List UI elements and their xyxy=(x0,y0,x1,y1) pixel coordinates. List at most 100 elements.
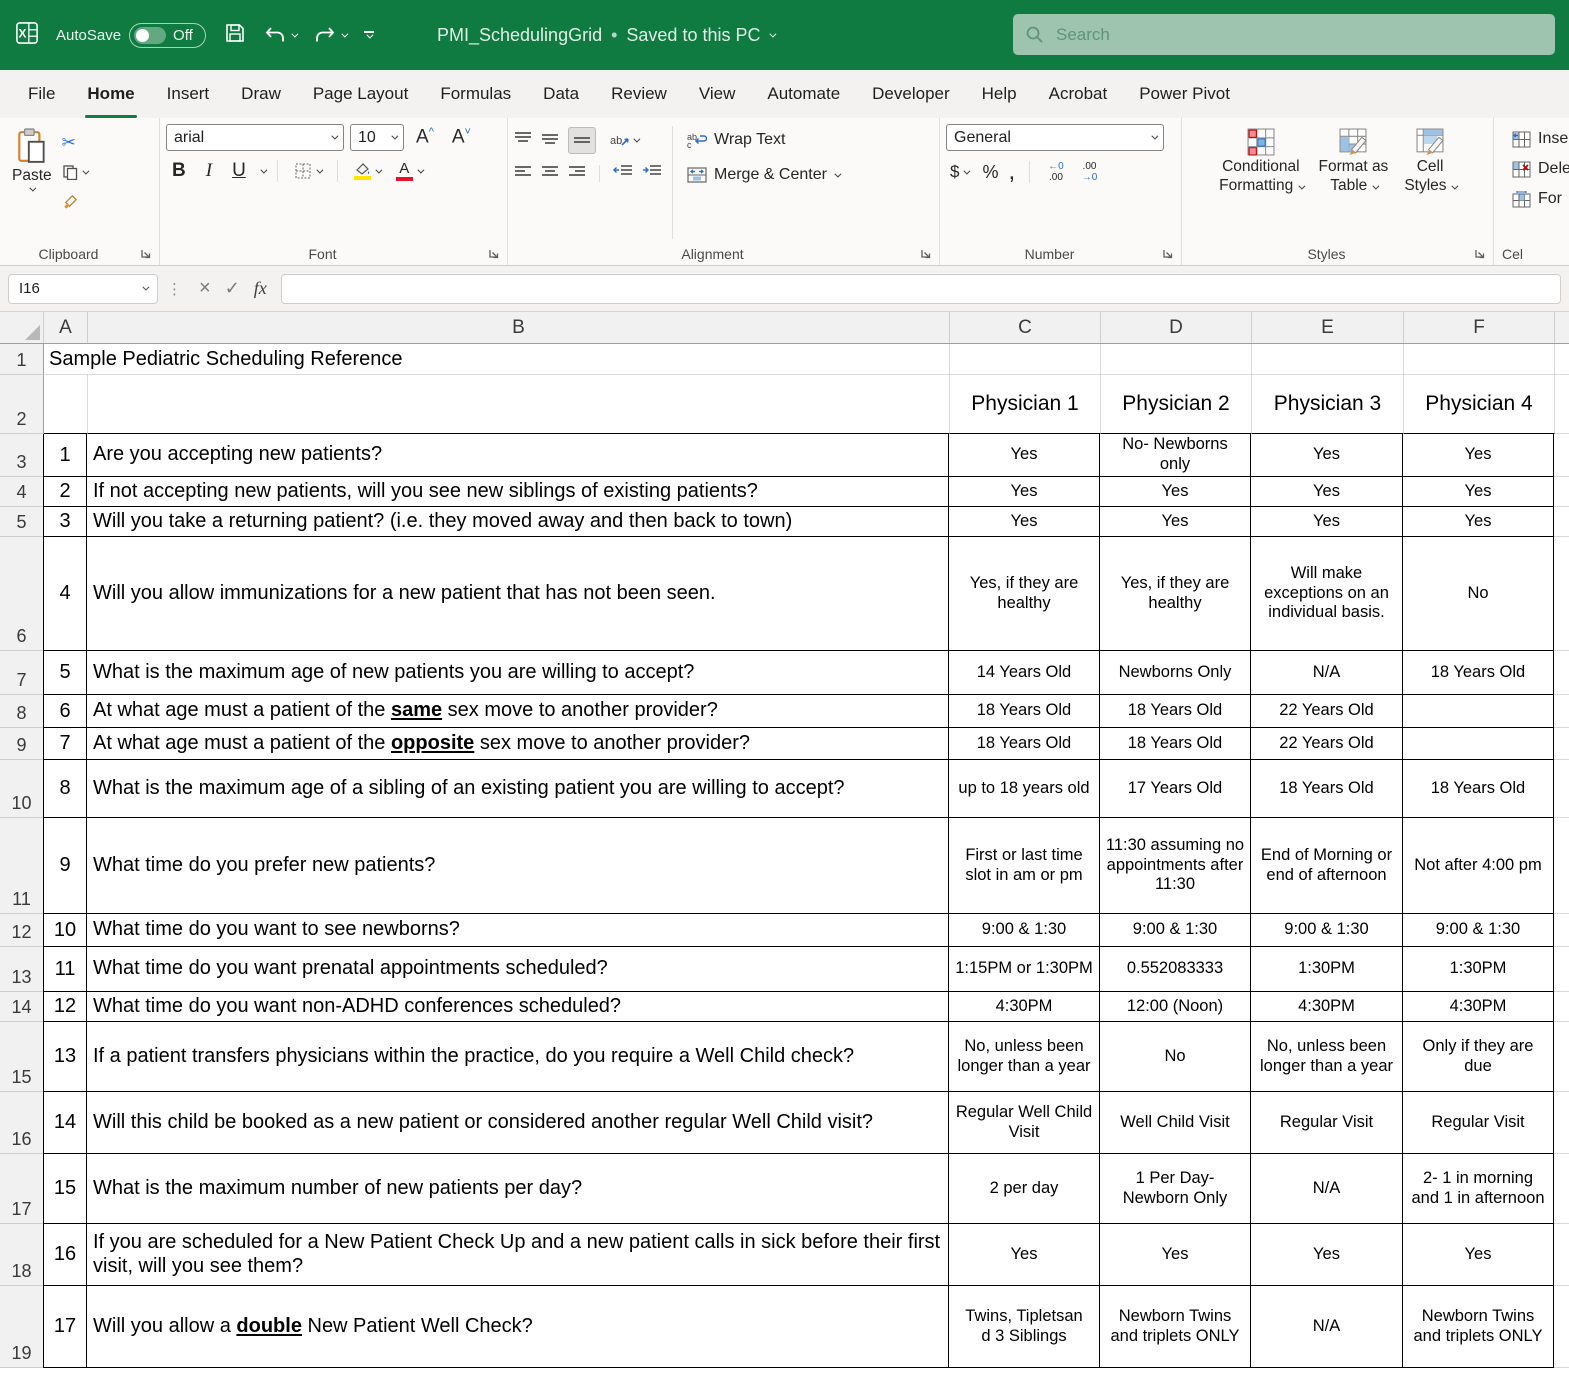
cell-F13[interactable]: 1:30PM xyxy=(1403,947,1554,992)
row-header-19[interactable]: 19 xyxy=(0,1286,44,1368)
row-header-4[interactable]: 4 xyxy=(0,477,44,507)
align-left-button[interactable] xyxy=(514,163,532,184)
cell-E18[interactable]: Yes xyxy=(1251,1224,1403,1286)
tab-formulas[interactable]: Formulas xyxy=(424,70,527,118)
cell-A6[interactable]: 4 xyxy=(43,537,87,651)
column-header-C[interactable]: C xyxy=(950,312,1101,343)
underline-button[interactable]: U xyxy=(226,160,252,182)
cell-E4[interactable]: Yes xyxy=(1251,477,1403,507)
document-title-area[interactable]: PMI_SchedulingGrid • Saved to this PC xyxy=(437,0,777,70)
cell-B16[interactable]: Will this child be booked as a new patie… xyxy=(87,1092,949,1154)
cell-C18[interactable]: Yes xyxy=(949,1224,1100,1286)
tab-home[interactable]: Home xyxy=(71,70,150,118)
cell-E8[interactable]: 22 Years Old xyxy=(1251,695,1403,728)
cell-E11[interactable]: End of Morning or end of afternoon xyxy=(1251,818,1403,914)
cell-A5[interactable]: 3 xyxy=(43,507,87,537)
cell-E3[interactable]: Yes xyxy=(1251,434,1403,477)
select-all-corner[interactable] xyxy=(0,312,44,343)
increase-decimal-button[interactable]: ←0.00 xyxy=(1044,160,1068,184)
insert-cells-button[interactable]: Inse xyxy=(1508,126,1569,152)
align-middle-button[interactable] xyxy=(541,130,559,151)
cell-C2[interactable]: Physician 1 xyxy=(950,375,1101,434)
cell-A12[interactable]: 10 xyxy=(43,914,87,947)
cell-B19[interactable]: Will you allow a double New Patient Well… xyxy=(87,1286,949,1368)
cell-styles-button[interactable]: Cell Styles xyxy=(1398,124,1462,241)
tab-acrobat[interactable]: Acrobat xyxy=(1033,70,1124,118)
search-input[interactable] xyxy=(1056,24,1543,45)
cell-C16[interactable]: Regular Well Child Visit xyxy=(949,1092,1100,1154)
cell-D4[interactable]: Yes xyxy=(1100,477,1251,507)
cell-A15[interactable]: 13 xyxy=(43,1022,87,1092)
tab-page-layout[interactable]: Page Layout xyxy=(297,70,424,118)
cell-D11[interactable]: 11:30 assuming no appointments after 11:… xyxy=(1100,818,1251,914)
row-header-10[interactable]: 10 xyxy=(0,760,44,818)
cell-F5[interactable]: Yes xyxy=(1403,507,1554,537)
conditional-formatting-button[interactable]: Conditional Formatting xyxy=(1213,124,1308,241)
cell-A4[interactable]: 2 xyxy=(43,477,87,507)
cell-D7[interactable]: Newborns Only xyxy=(1100,651,1251,695)
cell-F19[interactable]: Newborn Twins and triplets ONLY xyxy=(1403,1286,1554,1368)
cell-E19[interactable]: N/A xyxy=(1251,1286,1403,1368)
wrap-text-button[interactable]: ab c Wrap Text xyxy=(683,127,843,153)
cell-A1[interactable]: Sample Pediatric Scheduling Reference xyxy=(44,344,950,375)
cell-B12[interactable]: What time do you want to see newborns? xyxy=(87,914,949,947)
font-name-select[interactable]: arial xyxy=(166,124,344,151)
undo-dropdown-icon[interactable] xyxy=(291,30,299,38)
cell-B8[interactable]: At what age must a patient of the same s… xyxy=(87,695,949,728)
increase-font-size-button[interactable]: A^ xyxy=(410,126,440,148)
cell-B9[interactable]: At what age must a patient of the opposi… xyxy=(87,728,949,760)
cell-D16[interactable]: Well Child Visit xyxy=(1100,1092,1251,1154)
row-header-12[interactable]: 12 xyxy=(0,914,44,947)
cell-D13[interactable]: 0.552083333 xyxy=(1100,947,1251,992)
cell-F9[interactable] xyxy=(1403,728,1554,760)
cell-A13[interactable]: 11 xyxy=(43,947,87,992)
align-top-button[interactable] xyxy=(514,130,532,151)
undo-button[interactable] xyxy=(264,24,299,46)
currency-format-button[interactable]: $ xyxy=(946,159,972,185)
cell-B11[interactable]: What time do you prefer new patients? xyxy=(87,818,949,914)
cell-F8[interactable] xyxy=(1403,695,1554,728)
decrease-decimal-button[interactable]: .00 →0 xyxy=(1078,160,1102,184)
cell-D1[interactable] xyxy=(1101,344,1252,375)
cell-F4[interactable]: Yes xyxy=(1403,477,1554,507)
cell-E9[interactable]: 22 Years Old xyxy=(1251,728,1403,760)
insert-function-button[interactable]: fx xyxy=(254,278,267,299)
cell-E5[interactable]: Yes xyxy=(1251,507,1403,537)
cell-B14[interactable]: What time do you want non-ADHD conferenc… xyxy=(87,992,949,1022)
formula-input[interactable] xyxy=(280,273,1561,304)
cell-F2[interactable]: Physician 4 xyxy=(1404,375,1555,434)
underline-dropdown-icon[interactable] xyxy=(260,166,268,174)
column-header-E[interactable]: E xyxy=(1252,312,1404,343)
cell-B18[interactable]: If you are scheduled for a New Patient C… xyxy=(87,1224,949,1286)
delete-cells-button[interactable]: Dele xyxy=(1508,156,1569,182)
row-header-7[interactable]: 7 xyxy=(0,651,44,695)
row-header-6[interactable]: 6 xyxy=(0,537,44,651)
row-header-11[interactable]: 11 xyxy=(0,818,44,914)
paste-button[interactable]: Paste xyxy=(6,124,58,241)
cell-C11[interactable]: First or last time slot in am or pm xyxy=(949,818,1100,914)
cell-F1[interactable] xyxy=(1404,344,1555,375)
tab-automate[interactable]: Automate xyxy=(751,70,856,118)
tab-insert[interactable]: Insert xyxy=(151,70,226,118)
cell-D5[interactable]: Yes xyxy=(1100,507,1251,537)
cut-button[interactable]: ✂ xyxy=(58,130,91,156)
cell-B3[interactable]: Are you accepting new patients? xyxy=(87,434,949,477)
cell-D18[interactable]: Yes xyxy=(1100,1224,1251,1286)
row-header-2[interactable]: 2 xyxy=(0,375,44,434)
decrease-font-size-button[interactable]: A˅ xyxy=(446,126,477,148)
row-header-3[interactable]: 3 xyxy=(0,434,44,477)
row-header-1[interactable]: 1 xyxy=(0,344,44,375)
cell-D14[interactable]: 12:00 (Noon) xyxy=(1100,992,1251,1022)
save-button[interactable] xyxy=(224,22,246,49)
cell-A3[interactable]: 1 xyxy=(43,434,87,477)
cell-C7[interactable]: 14 Years Old xyxy=(949,651,1100,695)
cell-D3[interactable]: No- Newborns only xyxy=(1100,434,1251,477)
cell-C12[interactable]: 9:00 & 1:30 xyxy=(949,914,1100,947)
cell-E16[interactable]: Regular Visit xyxy=(1251,1092,1403,1154)
cell-B5[interactable]: Will you take a returning patient? (i.e.… xyxy=(87,507,949,537)
cell-E1[interactable] xyxy=(1252,344,1404,375)
autosave-control[interactable]: AutoSave Off xyxy=(56,22,206,48)
cell-C6[interactable]: Yes, if they are healthy xyxy=(949,537,1100,651)
column-header-A[interactable]: A xyxy=(44,312,88,343)
styles-dialog-launcher[interactable] xyxy=(1473,247,1487,261)
